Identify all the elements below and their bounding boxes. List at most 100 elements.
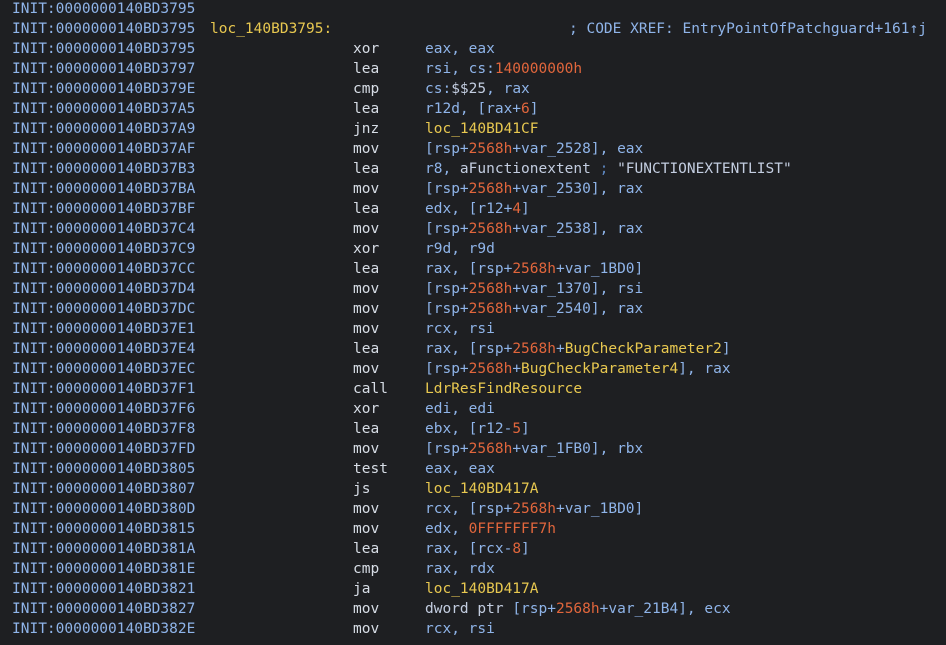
instruction-mnemonic[interactable]: mov bbox=[353, 139, 379, 159]
instruction-operands[interactable]: rcx, rsi bbox=[425, 319, 495, 339]
line-address[interactable]: INIT:0000000140BD37C4 bbox=[12, 219, 195, 239]
instruction-operands[interactable]: LdrResFindResource bbox=[425, 379, 582, 399]
line-address[interactable]: INIT:0000000140BD3795 bbox=[12, 19, 195, 39]
instruction-operands[interactable]: rcx, [rsp+2568h+var_1BD0] bbox=[425, 499, 643, 519]
instruction-operands[interactable]: edx, [r12+4] bbox=[425, 199, 530, 219]
line-address[interactable]: INIT:0000000140BD382E bbox=[12, 619, 195, 639]
listing-line[interactable]: INIT:0000000140BD37C9 xor r9d, r9d bbox=[12, 239, 942, 259]
operand-symbol[interactable]: LdrResFindResource bbox=[425, 381, 582, 397]
listing-line[interactable]: INIT:0000000140BD37A9 jnz loc_140BD41CF bbox=[12, 119, 942, 139]
instruction-operands[interactable]: [rsp+2568h+var_2528], eax bbox=[425, 139, 643, 159]
instruction-operands[interactable]: rax, [rcx-8] bbox=[425, 539, 530, 559]
instruction-mnemonic[interactable]: mov bbox=[353, 599, 379, 619]
instruction-operands[interactable]: ebx, [r12-5] bbox=[425, 419, 530, 439]
instruction-operands[interactable]: eax, eax bbox=[425, 459, 495, 479]
instruction-mnemonic[interactable]: mov bbox=[353, 319, 379, 339]
instruction-operands[interactable]: eax, eax bbox=[425, 39, 495, 59]
line-address[interactable]: INIT:0000000140BD37F8 bbox=[12, 419, 195, 439]
line-address[interactable]: INIT:0000000140BD381E bbox=[12, 559, 195, 579]
instruction-operands[interactable]: r9d, r9d bbox=[425, 239, 495, 259]
instruction-operands[interactable]: rax, [rsp+2568h+BugCheckParameter2] bbox=[425, 339, 731, 359]
instruction-mnemonic[interactable]: lea bbox=[353, 59, 379, 79]
line-address[interactable]: INIT:0000000140BD3807 bbox=[12, 479, 195, 499]
operand-variable[interactable]: var_2538 bbox=[521, 221, 591, 237]
instruction-operands[interactable]: [rsp+2568h+var_2540], rax bbox=[425, 299, 643, 319]
instruction-mnemonic[interactable]: js bbox=[353, 479, 370, 499]
line-address[interactable]: INIT:0000000140BD37AF bbox=[12, 139, 195, 159]
instruction-mnemonic[interactable]: jnz bbox=[353, 119, 379, 139]
instruction-mnemonic[interactable]: lea bbox=[353, 339, 379, 359]
listing-line[interactable]: INIT:0000000140BD37F8 lea ebx, [r12-5] bbox=[12, 419, 942, 439]
operand-variable[interactable]: var_1BD0 bbox=[565, 501, 635, 517]
instruction-operands[interactable]: rcx, rsi bbox=[425, 619, 495, 639]
instruction-mnemonic[interactable]: lea bbox=[353, 259, 379, 279]
instruction-mnemonic[interactable]: mov bbox=[353, 219, 379, 239]
disassembly-listing[interactable]: INIT:0000000140BD3795 INIT:0000000140BD37… bbox=[0, 0, 946, 645]
operand-symbol[interactable]: loc_140BD41CF bbox=[425, 121, 539, 137]
line-address[interactable]: INIT:0000000140BD380D bbox=[12, 499, 195, 519]
instruction-mnemonic[interactable]: mov bbox=[353, 279, 379, 299]
line-address[interactable]: INIT:0000000140BD3827 bbox=[12, 599, 195, 619]
line-address[interactable]: INIT:0000000140BD37E4 bbox=[12, 339, 195, 359]
instruction-mnemonic[interactable]: xor bbox=[353, 399, 379, 419]
operand-variable[interactable]: var_1370 bbox=[521, 281, 591, 297]
listing-line[interactable]: INIT:0000000140BD37FD mov [rsp+2568h+var_1… bbox=[12, 439, 942, 459]
listing-line[interactable]: INIT:0000000140BD381E cmp rax, rdx bbox=[12, 559, 942, 579]
instruction-operands[interactable]: r8, aFunctionextent ; "FUNCTIONEXTENTLIS… bbox=[425, 159, 792, 179]
instruction-mnemonic[interactable]: lea bbox=[353, 99, 379, 119]
line-address[interactable]: INIT:0000000140BD37A5 bbox=[12, 99, 195, 119]
listing-line[interactable]: INIT:0000000140BD37CC lea rax, [rsp+2568h+… bbox=[12, 259, 942, 279]
line-address[interactable]: INIT:0000000140BD37FD bbox=[12, 439, 195, 459]
operand-variable[interactable]: var_21B4 bbox=[608, 601, 678, 617]
instruction-operands[interactable]: [rsp+2568h+var_2538], rax bbox=[425, 219, 643, 239]
listing-line[interactable]: INIT:0000000140BD3795 bbox=[12, 0, 942, 19]
listing-line[interactable]: INIT:0000000140BD37A5 lea r12d, [rax+6] bbox=[12, 99, 942, 119]
instruction-mnemonic[interactable]: mov bbox=[353, 179, 379, 199]
listing-line[interactable]: INIT:0000000140BD3805 test eax, eax bbox=[12, 459, 942, 479]
listing-line[interactable]: INIT:0000000140BD37DC mov [rsp+2568h+var_2… bbox=[12, 299, 942, 319]
operand-symbol[interactable]: loc_140BD417A bbox=[425, 481, 539, 497]
line-address[interactable]: INIT:0000000140BD37E1 bbox=[12, 319, 195, 339]
listing-line[interactable]: INIT:0000000140BD3807 js loc_140BD417A bbox=[12, 479, 942, 499]
instruction-operands[interactable]: rsi, cs:140000000h bbox=[425, 59, 582, 79]
line-address[interactable]: INIT:0000000140BD3795 bbox=[12, 39, 195, 59]
operand-variable[interactable]: var_2530 bbox=[521, 181, 591, 197]
line-address[interactable]: INIT:0000000140BD3797 bbox=[12, 59, 195, 79]
instruction-mnemonic[interactable]: mov bbox=[353, 499, 379, 519]
operand-symbol[interactable]: BugCheckParameter2 bbox=[565, 341, 722, 357]
line-address[interactable]: INIT:0000000140BD3821 bbox=[12, 579, 195, 599]
line-address[interactable]: INIT:0000000140BD37D4 bbox=[12, 279, 195, 299]
instruction-mnemonic[interactable]: mov bbox=[353, 439, 379, 459]
instruction-operands[interactable]: [rsp+2568h+var_1FB0], rbx bbox=[425, 439, 643, 459]
instruction-mnemonic[interactable]: lea bbox=[353, 159, 379, 179]
instruction-mnemonic[interactable]: mov bbox=[353, 359, 379, 379]
instruction-mnemonic[interactable]: lea bbox=[353, 199, 379, 219]
instruction-mnemonic[interactable]: lea bbox=[353, 539, 379, 559]
code-label[interactable]: loc_140BD3795: bbox=[210, 19, 332, 39]
line-address[interactable]: INIT:0000000140BD37F6 bbox=[12, 399, 195, 419]
line-address[interactable]: INIT:0000000140BD3795 bbox=[12, 0, 195, 19]
listing-line[interactable]: INIT:0000000140BD37C4 mov [rsp+2568h+var_2… bbox=[12, 219, 942, 239]
instruction-mnemonic[interactable]: mov bbox=[353, 519, 379, 539]
instruction-mnemonic[interactable]: cmp bbox=[353, 559, 379, 579]
code-xref-comment[interactable]: ; CODE XREF: EntryPointOfPatchguard+161↑… bbox=[569, 19, 927, 39]
listing-line[interactable]: INIT:0000000140BD37B3 lea r8, aFunctionext… bbox=[12, 159, 942, 179]
instruction-mnemonic[interactable]: mov bbox=[353, 619, 379, 639]
listing-line[interactable]: INIT:0000000140BD37BF lea edx, [r12+4] bbox=[12, 199, 942, 219]
listing-line[interactable]: INIT:0000000140BD380D mov rcx, [rsp+2568h+… bbox=[12, 499, 942, 519]
operand-variable[interactable]: var_2528 bbox=[521, 141, 591, 157]
line-address[interactable]: INIT:0000000140BD37EC bbox=[12, 359, 195, 379]
operand-variable[interactable]: var_1FB0 bbox=[521, 441, 591, 457]
listing-line[interactable]: INIT:0000000140BD3815 mov edx, 0FFFFFFF7h bbox=[12, 519, 942, 539]
listing-line[interactable]: INIT:0000000140BD37D4 mov [rsp+2568h+var_1… bbox=[12, 279, 942, 299]
instruction-operands[interactable]: [rsp+2568h+var_2530], rax bbox=[425, 179, 643, 199]
operand-symbol[interactable]: loc_140BD417A bbox=[425, 581, 539, 597]
line-address[interactable]: INIT:0000000140BD3805 bbox=[12, 459, 195, 479]
line-address[interactable]: INIT:0000000140BD37F1 bbox=[12, 379, 195, 399]
listing-line[interactable]: INIT:0000000140BD37E1 mov rcx, rsi bbox=[12, 319, 942, 339]
instruction-operands[interactable]: rax, rdx bbox=[425, 559, 495, 579]
listing-line[interactable]: INIT:0000000140BD381A lea rax, [rcx-8] bbox=[12, 539, 942, 559]
listing-line[interactable]: INIT:0000000140BD37E4 lea rax, [rsp+2568h+… bbox=[12, 339, 942, 359]
line-address[interactable]: INIT:0000000140BD37C9 bbox=[12, 239, 195, 259]
instruction-operands[interactable]: dword ptr [rsp+2568h+var_21B4], ecx bbox=[425, 599, 731, 619]
